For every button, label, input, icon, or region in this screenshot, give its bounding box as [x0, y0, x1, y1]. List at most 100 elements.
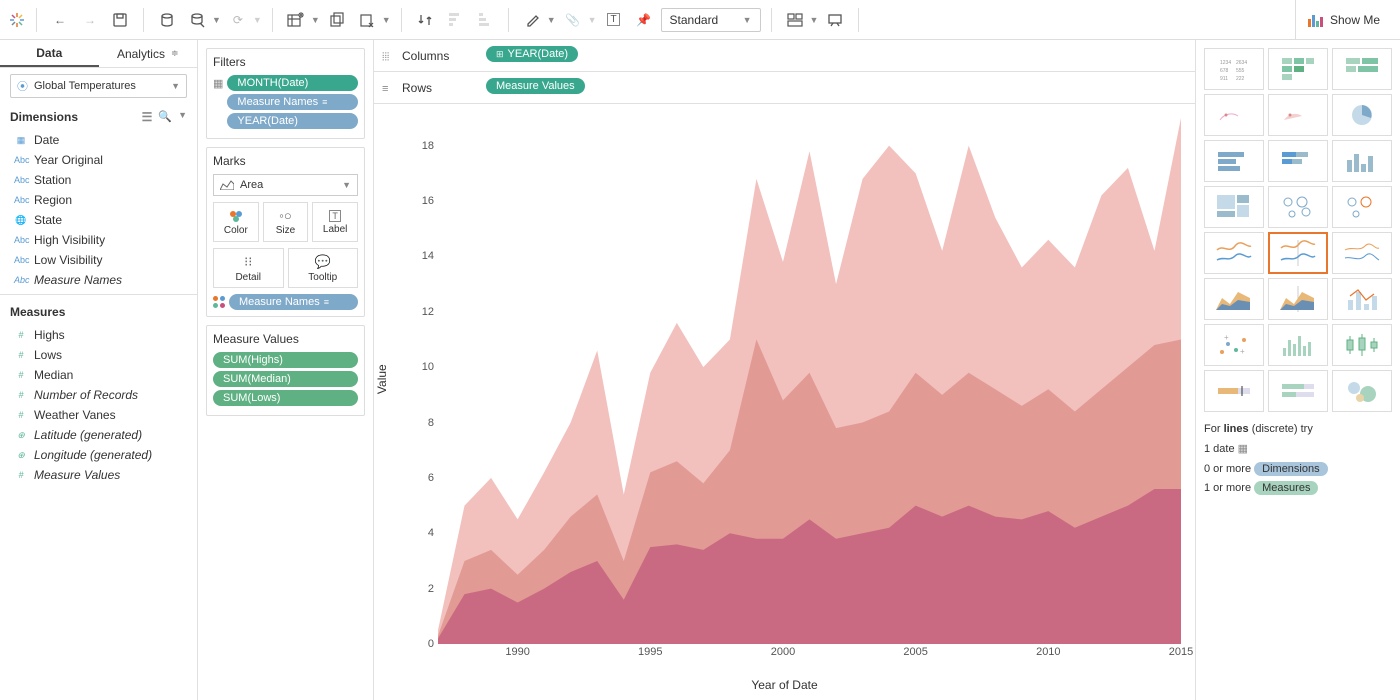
showme-thumb-6[interactable] [1204, 140, 1264, 182]
showme-thumb-23[interactable] [1332, 370, 1392, 412]
showme-thumb-18[interactable]: ++ [1204, 324, 1264, 366]
marks-measure-names-pill[interactable]: Measure Names≡ [229, 294, 358, 310]
mv-pill-0[interactable]: SUM(Highs) [213, 352, 358, 368]
pause-dropdown-icon[interactable]: ▼ [212, 15, 221, 25]
redo-button[interactable]: → [77, 7, 103, 33]
show-me-button[interactable]: Show Me [1295, 0, 1392, 39]
dashboard-dropdown-icon[interactable]: ▼ [810, 15, 819, 25]
datasource-select[interactable]: ⦿ Global Temperatures ▼ [10, 74, 187, 98]
field-station[interactable]: AbcStation [0, 170, 197, 190]
field-high-visibility[interactable]: AbcHigh Visibility [0, 230, 197, 250]
field-median[interactable]: #Median [0, 365, 197, 385]
field-latitude-generated-[interactable]: ⊕Latitude (generated) [0, 425, 197, 445]
mv-pill-2[interactable]: SUM(Lows) [213, 390, 358, 406]
new-datasource-button[interactable] [154, 7, 180, 33]
filter-icon: ≡ [324, 297, 329, 307]
showme-thumb-15[interactable] [1204, 278, 1264, 320]
field-highs[interactable]: #Highs [0, 325, 197, 345]
undo-button[interactable]: ← [47, 7, 73, 33]
search-icon[interactable]: 🔍 [158, 110, 172, 124]
field-state[interactable]: 🌐State [0, 210, 197, 230]
group-dropdown-icon[interactable]: ▼ [588, 15, 597, 25]
view-list-icon[interactable]: ☰ [142, 110, 153, 124]
showme-thumb-19[interactable] [1268, 324, 1328, 366]
field-weather-vanes[interactable]: #Weather Vanes [0, 405, 197, 425]
filter-pill-0[interactable]: MONTH(Date) [227, 75, 358, 91]
showme-thumb-5[interactable] [1332, 94, 1392, 136]
marks-tooltip[interactable]: 💬Tooltip [288, 248, 359, 288]
filter-pill-1[interactable]: Measure Names≡ [227, 94, 358, 110]
pause-updates-button[interactable] [184, 7, 210, 33]
showme-thumb-4[interactable] [1268, 94, 1328, 136]
svg-text:+: + [1224, 333, 1229, 342]
save-button[interactable] [107, 7, 133, 33]
field-lows[interactable]: #Lows [0, 345, 197, 365]
rows-pill[interactable]: Measure Values [486, 78, 585, 94]
marks-type-select[interactable]: Area ▼ [213, 174, 358, 196]
filter-pill-2[interactable]: YEAR(Date) [227, 113, 358, 129]
showme-thumb-1[interactable] [1268, 48, 1328, 90]
clear-dropdown-icon[interactable]: ▼ [382, 15, 391, 25]
presentation-button[interactable] [822, 7, 848, 33]
showme-thumb-10[interactable] [1268, 186, 1328, 228]
showme-thumb-17[interactable] [1332, 278, 1392, 320]
fit-select[interactable]: Standard ▼ [661, 8, 761, 32]
mv-pill-1[interactable]: SUM(Median) [213, 371, 358, 387]
dashboard-button[interactable] [782, 7, 808, 33]
field-measure-names[interactable]: AbcMeasure Names [0, 270, 197, 290]
tab-analytics[interactable]: Analytics ≑ [99, 40, 198, 67]
showme-thumb-11[interactable] [1332, 186, 1392, 228]
chevron-down-icon: ▼ [342, 180, 351, 190]
refresh-button[interactable]: ⟳ [225, 7, 251, 33]
group-button[interactable]: 📎 [560, 7, 586, 33]
field-measure-values[interactable]: #Measure Values [0, 465, 197, 485]
clear-sheet-button[interactable] [354, 7, 380, 33]
marks-detail[interactable]: ⁝⁝Detail [213, 248, 284, 288]
measures-heading: Measures [10, 305, 65, 319]
field-region[interactable]: AbcRegion [0, 190, 197, 210]
showme-thumb-12[interactable] [1204, 232, 1264, 274]
showme-thumb-2[interactable] [1332, 48, 1392, 90]
field-year-original[interactable]: AbcYear Original [0, 150, 197, 170]
date-icon: ▦ [14, 135, 28, 146]
label-toggle-button[interactable]: T [601, 7, 627, 33]
highlight-dropdown-icon[interactable]: ▼ [547, 15, 556, 25]
swap-button[interactable] [412, 7, 438, 33]
showme-thumb-16[interactable] [1268, 278, 1328, 320]
x-tick: 2005 [903, 646, 927, 658]
showme-thumb-9[interactable] [1204, 186, 1264, 228]
columns-pill[interactable]: ⊞YEAR(Date) [486, 46, 578, 62]
field-date[interactable]: ▦Date [0, 130, 197, 150]
showme-thumb-20[interactable] [1332, 324, 1392, 366]
detail-icon: ⁝⁝ [244, 254, 252, 270]
marks-label[interactable]: TLabel [312, 202, 358, 242]
tab-data[interactable]: Data [0, 40, 99, 67]
field-longitude-generated-[interactable]: ⊕Longitude (generated) [0, 445, 197, 465]
chart[interactable]: Value Year of Date 024681012141618 19901… [374, 104, 1195, 700]
columns-shelf[interactable]: ⦙⦙⦙Columns ⊞YEAR(Date) [374, 40, 1195, 72]
rows-shelf[interactable]: ≡Rows Measure Values [374, 72, 1195, 104]
highlight-button[interactable] [519, 7, 545, 33]
marks-size[interactable]: ◦○Size [263, 202, 309, 242]
marks-color[interactable]: Color [213, 202, 259, 242]
pin-button[interactable]: 📌 [631, 7, 657, 33]
showme-thumb-22[interactable] [1268, 370, 1328, 412]
worksheet-dropdown-icon[interactable]: ▼ [311, 15, 320, 25]
showme-thumb-14[interactable] [1332, 232, 1392, 274]
menu-icon[interactable]: ▼ [178, 110, 187, 124]
sort-asc-button[interactable] [442, 7, 468, 33]
showme-thumb-8[interactable] [1332, 140, 1392, 182]
duplicate-button[interactable] [324, 7, 350, 33]
showme-thumb-3[interactable] [1204, 94, 1264, 136]
sort-desc-button[interactable] [472, 7, 498, 33]
new-worksheet-button[interactable] [283, 7, 309, 33]
showme-thumb-13[interactable] [1268, 232, 1328, 274]
showme-thumb-0[interactable]: 12342634678555911222 [1204, 48, 1264, 90]
showme-thumb-21[interactable] [1204, 370, 1264, 412]
dimensions-tag: Dimensions [1254, 462, 1327, 476]
refresh-dropdown-icon[interactable]: ▼ [253, 15, 262, 25]
field-low-visibility[interactable]: AbcLow Visibility [0, 250, 197, 270]
showme-thumb-7[interactable] [1268, 140, 1328, 182]
view-canvas: ⦙⦙⦙Columns ⊞YEAR(Date) ≡Rows Measure Val… [374, 40, 1196, 700]
field-number-of-records[interactable]: #Number of Records [0, 385, 197, 405]
